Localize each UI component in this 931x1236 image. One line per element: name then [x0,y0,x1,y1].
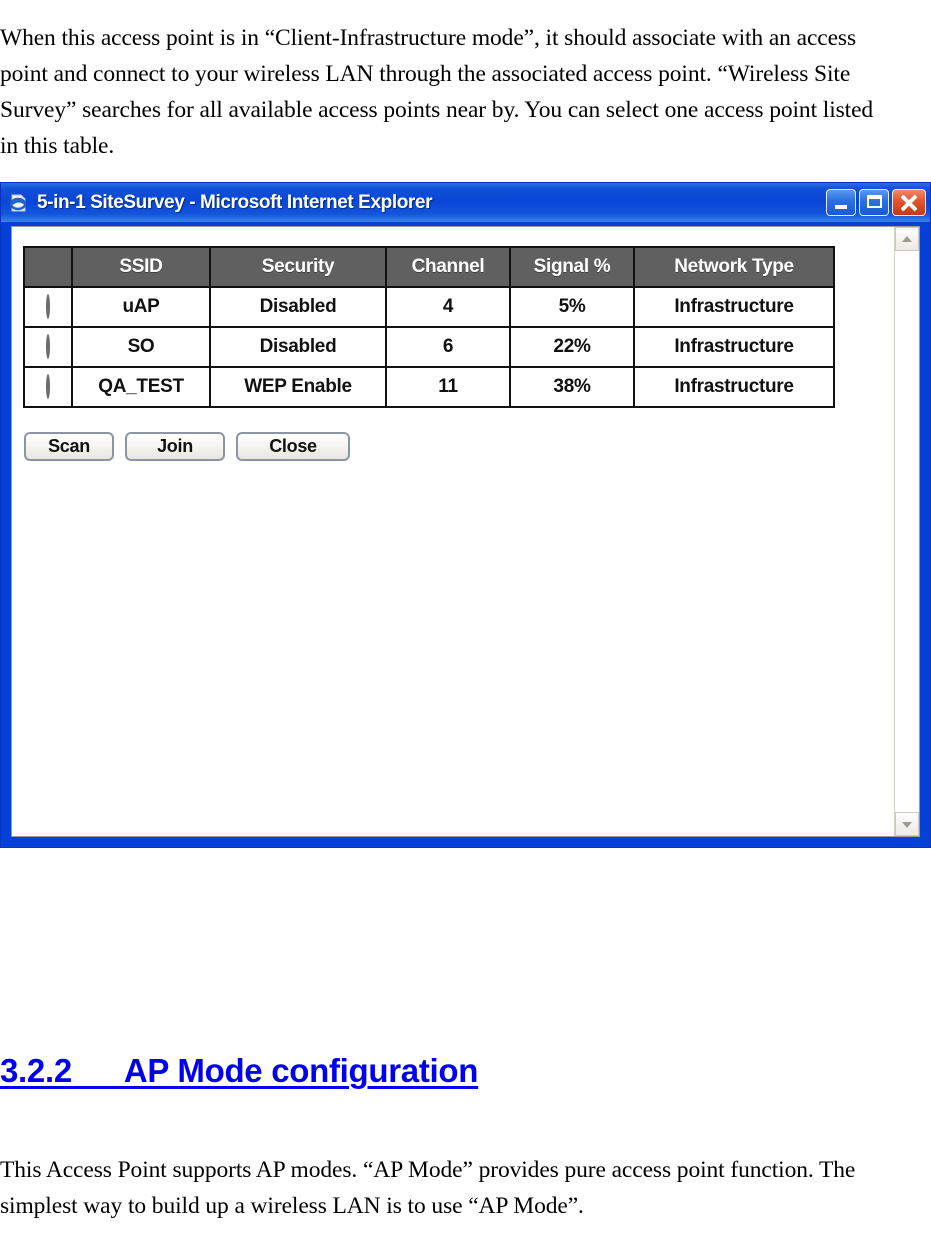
close-window-button[interactable] [892,189,926,216]
cell-channel: 4 [385,286,511,328]
cell-security: Disabled [209,286,387,328]
window-title-bar[interactable]: 5-in-1 SiteSurvey - Microsoft Internet E… [1,183,930,222]
action-button-row: Scan Join Close [24,432,350,461]
row-select-cell[interactable] [23,326,73,368]
maximize-button[interactable] [859,189,889,216]
cell-channel: 11 [385,366,511,408]
radio-button[interactable] [46,294,50,319]
section-heading: 3.2.2 AP Mode configuration [0,1052,479,1090]
browser-client-area: SSID Security Channel Signal % Network T… [11,226,920,837]
cell-network-type: Infrastructure [633,326,835,368]
column-header-ssid: SSID [71,246,211,288]
cell-network-type: Infrastructure [633,366,835,408]
window-title-text: 5-in-1 SiteSurvey - Microsoft Internet E… [37,191,433,213]
intro-paragraph: When this access point is in “Client-Inf… [0,24,874,159]
table-row[interactable]: SO Disabled 6 22% Infrastructure [23,326,835,368]
scan-button[interactable]: Scan [24,432,114,461]
column-header-select [23,246,73,288]
site-survey-table: SSID Security Channel Signal % Network T… [23,246,835,408]
scroll-down-arrow[interactable] [895,812,919,836]
column-header-signal: Signal % [509,246,635,288]
vertical-scrollbar[interactable] [894,227,919,836]
radio-button[interactable] [46,334,50,359]
site-survey-browser-window: 5-in-1 SiteSurvey - Microsoft Internet E… [0,182,931,848]
table-row[interactable]: uAP Disabled 4 5% Infrastructure [23,286,835,328]
row-select-cell[interactable] [23,286,73,328]
join-button[interactable]: Join [125,432,225,461]
column-header-network-type: Network Type [633,246,835,288]
cell-network-type: Infrastructure [633,286,835,328]
scroll-up-arrow[interactable] [895,227,919,251]
cell-security: Disabled [209,326,387,368]
column-header-channel: Channel [385,246,511,288]
page-content: SSID Security Channel Signal % Network T… [12,227,894,836]
cell-security: WEP Enable [209,366,387,408]
column-header-security: Security [209,246,387,288]
closing-paragraph: This Access Point supports AP modes. “AP… [0,1156,856,1219]
internet-explorer-icon [9,193,29,213]
close-button[interactable]: Close [236,432,350,461]
cell-signal: 38% [509,366,635,408]
radio-button[interactable] [46,374,50,399]
table-row[interactable]: QA_TEST WEP Enable 11 38% Infrastructure [23,366,835,408]
cell-ssid: uAP [71,286,211,328]
cell-ssid: QA_TEST [71,366,211,408]
cell-channel: 6 [385,326,511,368]
row-select-cell[interactable] [23,366,73,408]
cell-signal: 22% [509,326,635,368]
cell-ssid: SO [71,326,211,368]
cell-signal: 5% [509,286,635,328]
table-header-row: SSID Security Channel Signal % Network T… [23,246,835,288]
minimize-button[interactable] [826,189,856,216]
scrollbar-track[interactable] [895,251,919,812]
